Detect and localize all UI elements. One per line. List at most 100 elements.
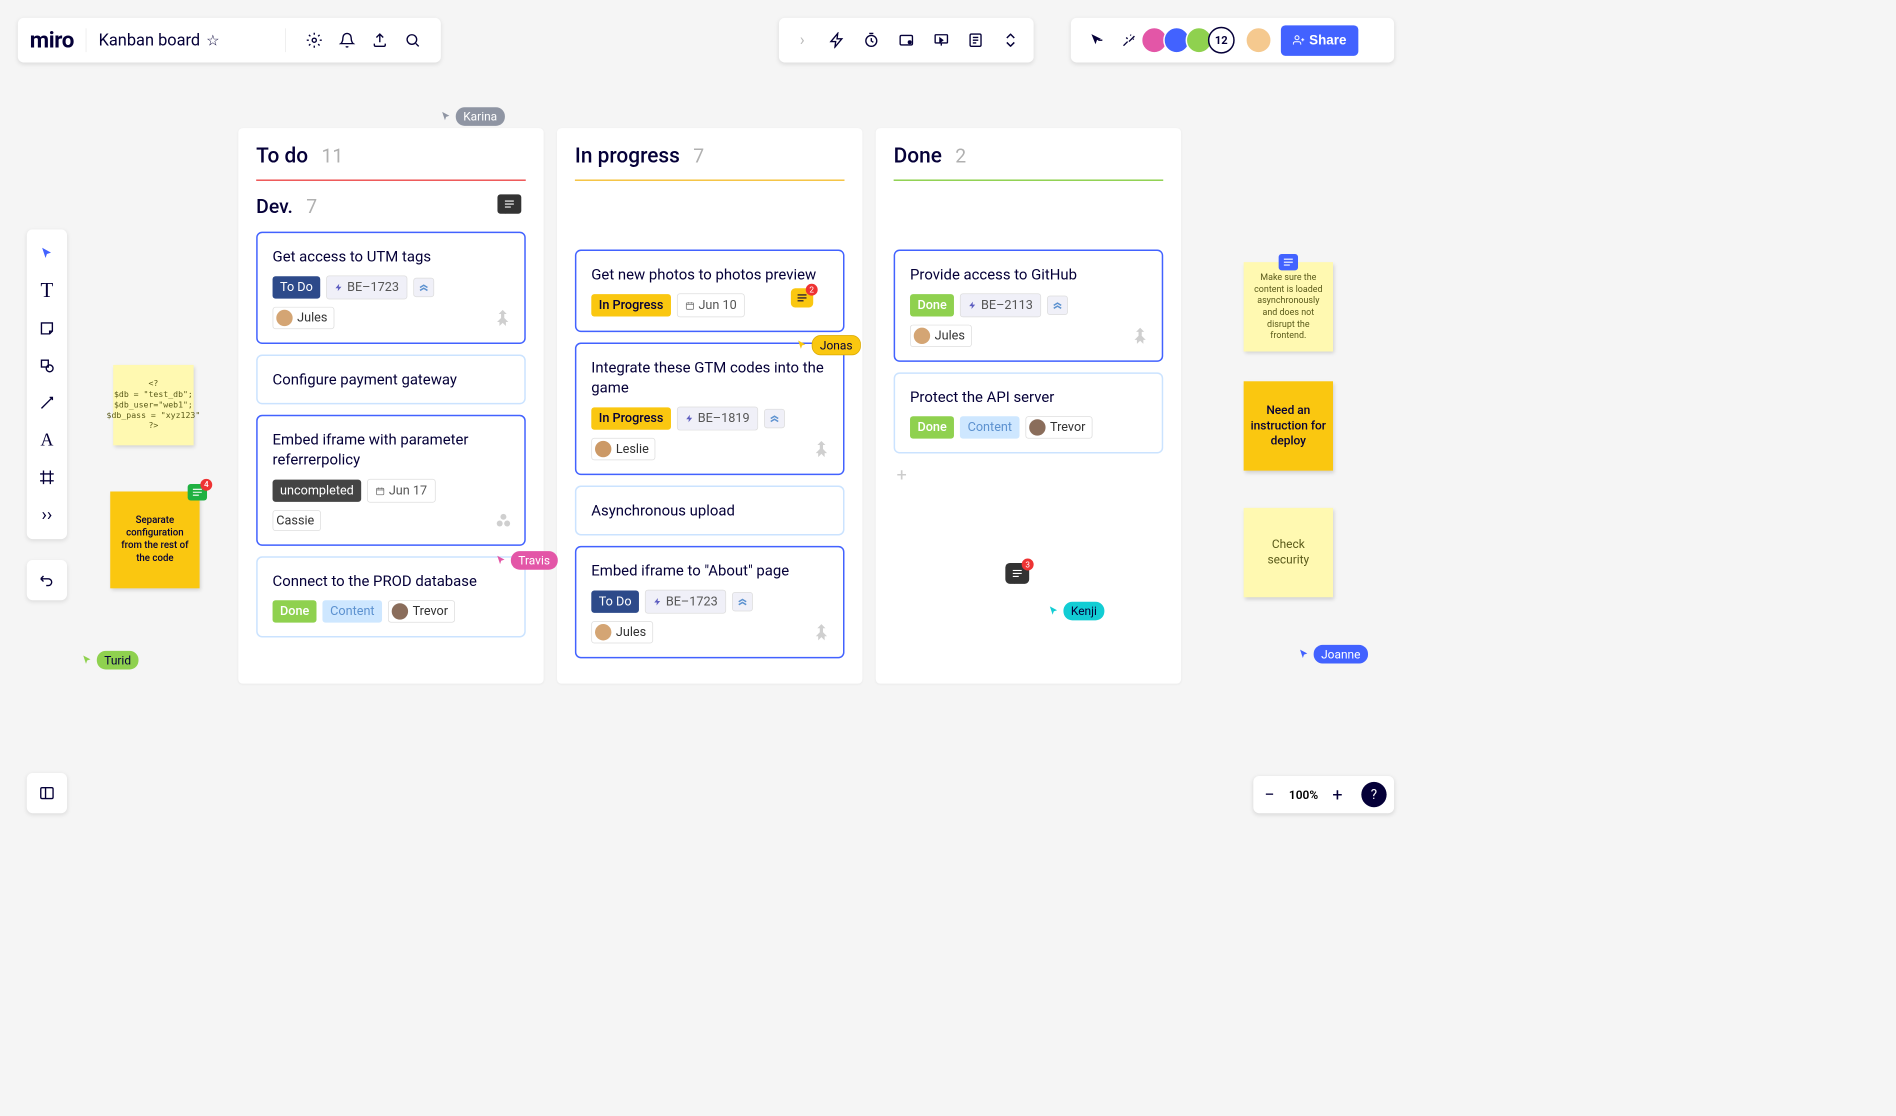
jira-icon (812, 439, 831, 463)
more-icon[interactable] (997, 27, 1024, 54)
priority-icon[interactable] (413, 278, 434, 297)
sticky-text: Separate configuration from the rest of … (116, 515, 193, 565)
jira-icon (1130, 326, 1149, 350)
assignee-chip[interactable]: Jules (591, 621, 653, 643)
sticky-text: Need an instruction for deploy (1250, 403, 1327, 449)
assignee-chip[interactable]: Leslie (591, 438, 655, 460)
status-tag[interactable]: In Progress (591, 407, 671, 429)
export-icon[interactable] (366, 27, 393, 54)
frame-tool-icon[interactable] (31, 462, 62, 493)
priority-icon[interactable] (732, 592, 753, 611)
reactions-icon[interactable] (1116, 27, 1143, 54)
card-title: Connect to the PROD database (273, 571, 510, 591)
avatar-overflow-count[interactable]: 12 (1208, 27, 1235, 54)
assignee-chip[interactable]: Cassie (273, 510, 321, 531)
status-tag[interactable]: Done (273, 600, 317, 622)
card[interactable]: Asynchronous upload (575, 486, 845, 536)
comment-icon[interactable]: 3 (1005, 563, 1029, 584)
sticky-note[interactable]: Make sure the content is loaded asynchro… (1244, 262, 1333, 351)
card[interactable]: Get new photos to photos preview In Prog… (575, 249, 845, 332)
sticky-tool-icon[interactable] (31, 313, 62, 344)
assignee-chip[interactable]: Trevor (388, 600, 455, 622)
issue-code-tag[interactable]: BE–1723 (326, 276, 407, 300)
present-icon[interactable] (928, 27, 955, 54)
content-tag[interactable]: Content (323, 600, 382, 622)
column-title[interactable]: Done (894, 143, 942, 168)
zoom-in-button[interactable]: + (1329, 784, 1347, 805)
column-title[interactable]: To do (256, 143, 308, 168)
priority-icon[interactable] (764, 409, 785, 428)
issue-code-tag[interactable]: BE–1819 (677, 407, 758, 431)
content-tag[interactable]: Content (960, 416, 1019, 438)
line-tool-icon[interactable] (31, 387, 62, 418)
star-icon[interactable]: ☆ (206, 31, 219, 49)
status-tag[interactable]: To Do (591, 591, 639, 613)
collaborator-cursor: Joanne (1297, 645, 1368, 664)
column-count: 11 (321, 145, 343, 167)
assignee-chip[interactable]: Trevor (1025, 416, 1092, 438)
issue-code-tag[interactable]: BE–1723 (645, 590, 726, 614)
status-tag[interactable]: In Progress (591, 294, 671, 316)
search-icon[interactable] (399, 27, 426, 54)
screenshot-icon[interactable] (893, 27, 920, 54)
share-button[interactable]: Share (1281, 25, 1358, 56)
badge-count: 4 (200, 479, 212, 491)
card-title: Provide access to GitHub (910, 264, 1147, 284)
priority-icon[interactable] (1047, 296, 1068, 315)
frames-panel-icon[interactable] (27, 773, 67, 813)
status-tag[interactable]: Done (910, 416, 954, 438)
select-tool-icon[interactable] (31, 238, 62, 269)
cursor-follow-icon[interactable] (1083, 27, 1110, 54)
sticky-note[interactable]: Check security (1244, 508, 1333, 597)
bolt-icon[interactable] (824, 27, 851, 54)
card[interactable]: Embed iframe with parameter referrerpoli… (256, 415, 526, 546)
timer-icon[interactable] (858, 27, 885, 54)
board-title[interactable]: Kanban board (99, 31, 201, 50)
zoom-out-button[interactable]: − (1261, 784, 1279, 805)
column-count: 7 (693, 145, 704, 167)
text-tool-icon[interactable]: T (31, 276, 62, 307)
swimlane-title[interactable]: Dev. (256, 196, 293, 218)
assignee-chip[interactable]: Jules (273, 307, 335, 329)
bell-icon[interactable] (334, 27, 361, 54)
help-button[interactable]: ? (1361, 782, 1386, 807)
card[interactable]: Connect to the PROD database Done Conten… (256, 556, 526, 637)
card[interactable]: Configure payment gateway (256, 354, 526, 404)
date-tag[interactable]: Jun 10 (677, 293, 745, 317)
more-tools-icon[interactable]: ›› (31, 499, 62, 530)
pen-tool-icon[interactable]: A (31, 424, 62, 455)
card[interactable]: Integrate these GTM codes into the game … (575, 343, 845, 476)
card[interactable]: Provide access to GitHub Done BE–2113 Ju… (894, 249, 1164, 361)
collaborator-cursor: Turid (80, 651, 138, 670)
sticky-note[interactable]: Need an instruction for deploy (1244, 381, 1333, 470)
comment-icon[interactable] (497, 194, 521, 213)
chevron-right-icon[interactable]: › (789, 27, 816, 54)
jira-icon (812, 623, 831, 647)
card[interactable]: Get access to UTM tags To Do BE–1723 Jul… (256, 232, 526, 344)
sticky-note[interactable]: <? $db = "test_db"; $db_user="web1"; $db… (113, 365, 193, 445)
settings-icon[interactable] (301, 27, 328, 54)
status-tag[interactable]: Done (910, 294, 954, 316)
collaborator-avatars[interactable]: 12 (1145, 27, 1234, 54)
shape-tool-icon[interactable] (31, 350, 62, 381)
badge-count: 2 (806, 284, 818, 296)
comment-badge-icon[interactable]: 4 (188, 484, 207, 500)
comment-badge-icon[interactable]: 2 (791, 288, 813, 307)
status-tag[interactable]: uncompleted (273, 480, 362, 502)
card[interactable]: Embed iframe to "About" page To Do BE–17… (575, 546, 845, 658)
zoom-value[interactable]: 100% (1289, 788, 1318, 802)
collaborator-cursor: Travis (494, 551, 557, 570)
issue-code-tag[interactable]: BE–2113 (960, 293, 1041, 317)
notes-icon[interactable] (962, 27, 989, 54)
card-title: Get new photos to photos preview (591, 264, 828, 284)
assignee-chip[interactable]: Jules (910, 325, 972, 347)
status-tag[interactable]: To Do (273, 276, 321, 298)
date-tag[interactable]: Jun 17 (367, 479, 435, 503)
add-card-button[interactable]: + (894, 464, 1164, 485)
comment-icon[interactable] (1279, 254, 1298, 270)
current-user-avatar[interactable] (1245, 27, 1272, 54)
column-title[interactable]: In progress (575, 143, 680, 168)
undo-button[interactable] (27, 560, 67, 600)
sticky-note[interactable]: Separate configuration from the rest of … (110, 492, 199, 589)
card[interactable]: Protect the API server Done Content Trev… (894, 372, 1164, 453)
